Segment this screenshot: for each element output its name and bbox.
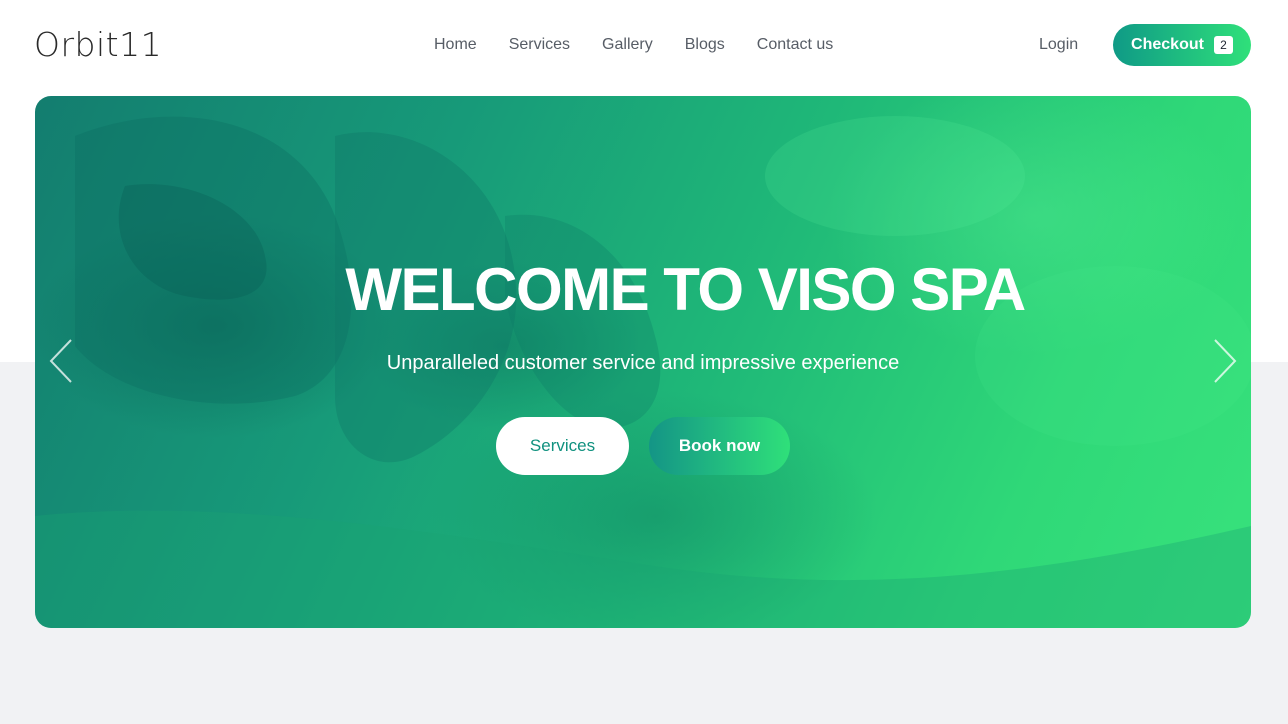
nav-item-services[interactable]: Services [493, 33, 586, 57]
brand-logo[interactable]: Orbit11 [34, 26, 162, 64]
hero-actions: Services Book now [496, 417, 790, 475]
carousel-next-button[interactable] [1209, 336, 1245, 386]
book-now-button[interactable]: Book now [649, 417, 790, 475]
cart-count-badge: 2 [1213, 36, 1233, 54]
checkout-label: Checkout [1131, 36, 1204, 53]
main-nav: Home Services Gallery Blogs Contact us [418, 33, 849, 57]
chevron-right-icon [1214, 339, 1237, 383]
hero-banner: WELCOME TO VISO SPA Unparalleled custome… [35, 96, 1251, 628]
login-link[interactable]: Login [1023, 33, 1094, 57]
site-header: Orbit11 Home Services Gallery Blogs Cont… [0, 0, 1288, 92]
nav-item-gallery[interactable]: Gallery [586, 33, 669, 57]
services-button[interactable]: Services [496, 417, 629, 475]
carousel-prev-button[interactable] [41, 336, 77, 386]
nav-item-contact[interactable]: Contact us [741, 33, 849, 57]
chevron-left-icon [49, 339, 72, 383]
nav-item-home[interactable]: Home [418, 33, 493, 57]
hero-title: WELCOME TO VISO SPA [345, 256, 1026, 323]
logo-text: Orbit11 [34, 25, 163, 64]
hero-subtitle: Unparalleled customer service and impres… [386, 352, 900, 374]
nav-item-blogs[interactable]: Blogs [669, 33, 741, 57]
checkout-button[interactable]: Checkout 2 [1113, 24, 1251, 66]
